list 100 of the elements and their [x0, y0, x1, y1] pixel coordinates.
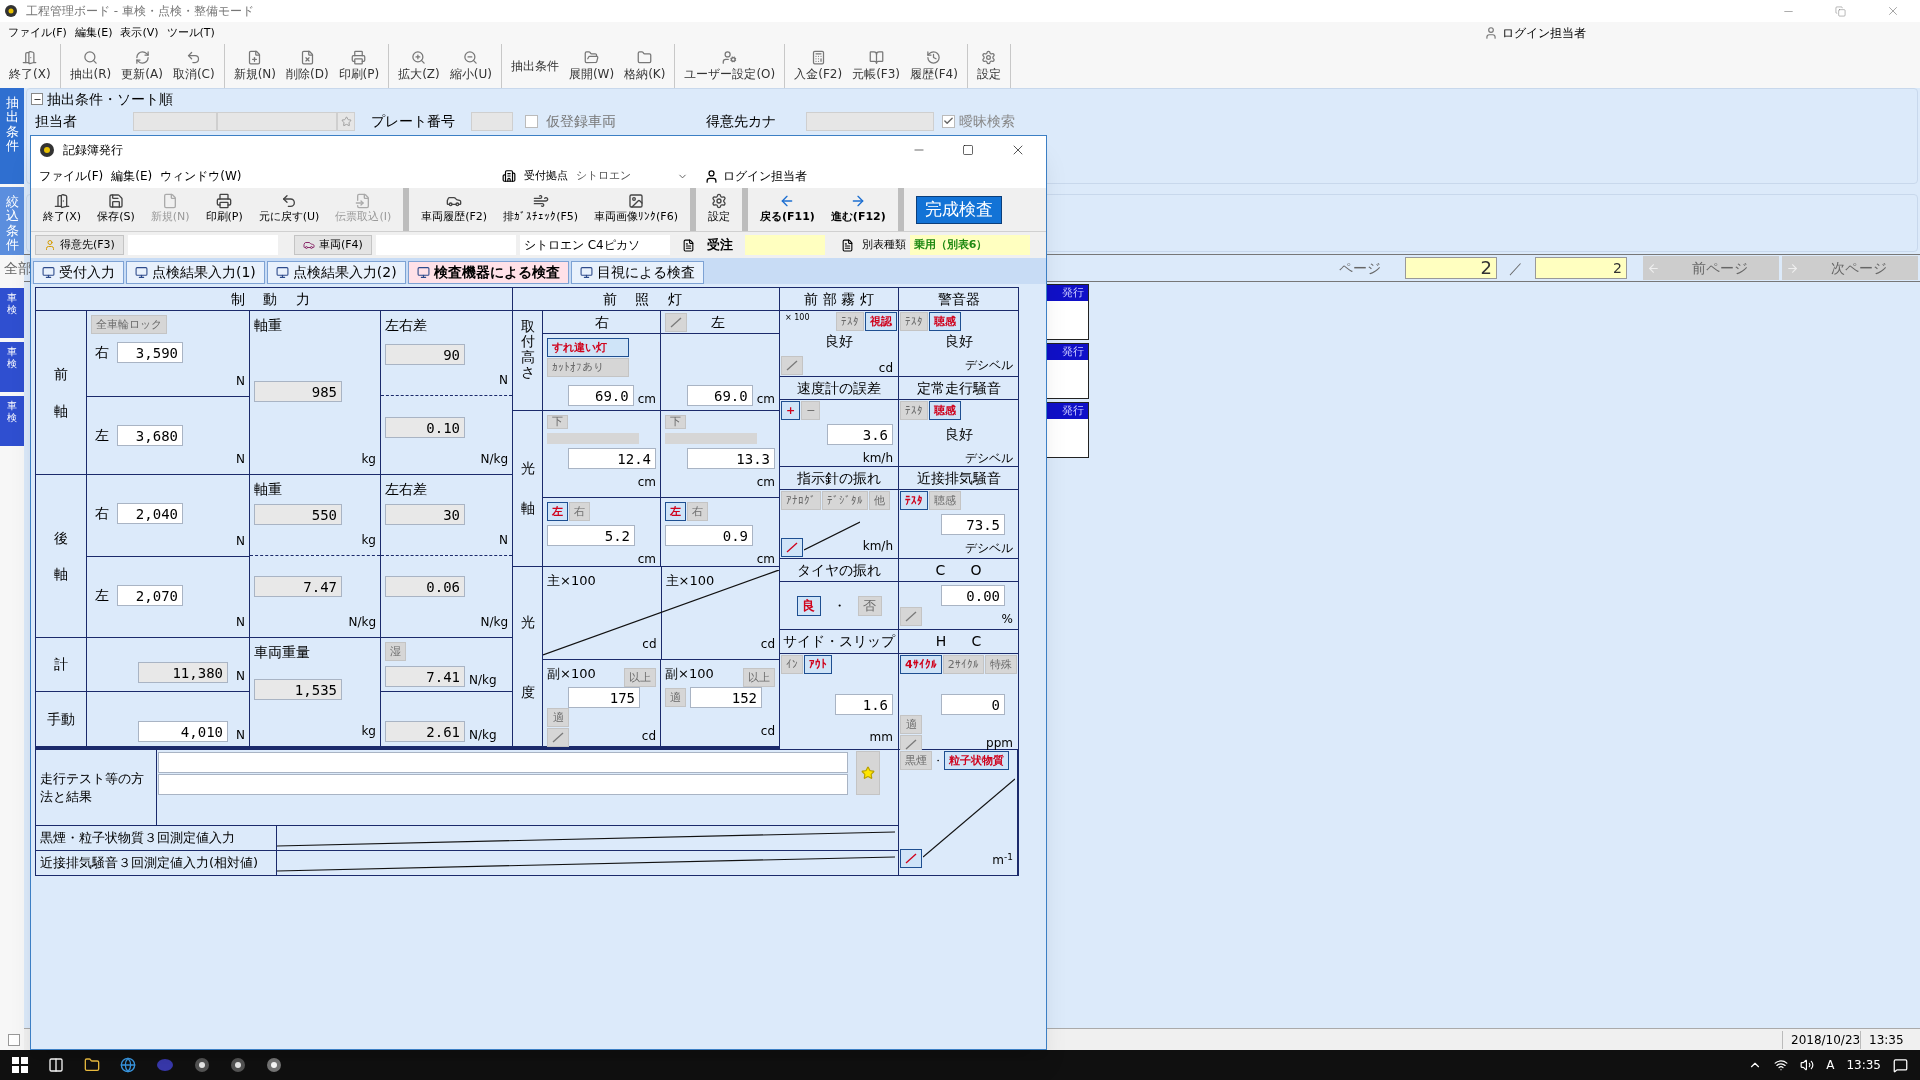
toolbar-button[interactable]: 入金(F2) — [789, 44, 848, 88]
app-logo-icon[interactable] — [230, 1057, 246, 1073]
page-field[interactable]: 2 — [1405, 257, 1497, 279]
star-button[interactable] — [337, 111, 355, 131]
toggle-button[interactable]: ｶｯﾄｵﾌあり — [547, 358, 629, 377]
windows-logo-icon[interactable] — [12, 1057, 28, 1073]
toolbar-button[interactable]: 拡大(Z) — [393, 44, 445, 88]
toggle-button[interactable]: ﾃｽﾀ — [900, 491, 928, 510]
value-field[interactable]: 0.00 — [941, 585, 1005, 606]
side-tab[interactable]: 車検 — [0, 396, 24, 446]
toggle-button[interactable]: すれ違い灯 — [547, 338, 629, 357]
toggle-button[interactable]: 以上 — [743, 668, 775, 687]
tab[interactable]: 受付入力 — [33, 261, 124, 284]
menu-item[interactable]: ファイル(F) — [35, 167, 108, 185]
toolbar-button[interactable]: 戻る(F11) — [751, 188, 823, 231]
toggle-button[interactable]: 右 — [687, 502, 708, 521]
toolbar-button[interactable]: 車両画像ﾘﾝｸ(F6) — [586, 188, 686, 231]
value-field[interactable]: 152 — [690, 687, 762, 708]
toolbar-button[interactable]: 格納(K) — [619, 44, 671, 88]
toggle-button[interactable]: 良 — [796, 595, 821, 616]
toolbar-button[interactable]: 保存(S) — [89, 188, 143, 231]
customer-button[interactable]: 得意先(F3) — [35, 235, 124, 255]
value-field[interactable]: 13.3 — [687, 448, 775, 469]
text-field[interactable] — [471, 111, 513, 131]
network-icon[interactable] — [1774, 1058, 1789, 1072]
browser-icon[interactable] — [120, 1057, 136, 1073]
slash-button[interactable] — [900, 849, 922, 868]
toggle-button[interactable]: 4ｻｲｸﾙ — [900, 655, 942, 674]
value-field[interactable]: 12.4 — [568, 448, 656, 469]
record-card[interactable]: 発行 — [1045, 402, 1089, 458]
speaker-icon[interactable] — [1800, 1058, 1815, 1072]
record-card[interactable]: 発行 — [1045, 343, 1089, 399]
toolbar-button[interactable]: 印刷(P) — [197, 188, 251, 231]
text-field[interactable] — [158, 752, 848, 773]
checkbox[interactable] — [525, 114, 538, 128]
toolbar-button[interactable]: 車両履歴(F2) — [413, 188, 496, 231]
value-field[interactable]: 0.9 — [665, 525, 753, 546]
next-page-button[interactable]: 次ページ — [1782, 256, 1918, 280]
toolbar-button[interactable]: 設定 — [971, 44, 1006, 88]
tab[interactable]: 目視による検査 — [570, 261, 704, 284]
toggle-button[interactable]: 視認 — [865, 312, 897, 331]
value-field[interactable]: 4,010 — [138, 721, 228, 742]
toggle-button[interactable]: ﾃｽﾀ — [900, 401, 928, 420]
value-field[interactable]: 3,590 — [117, 342, 183, 363]
toolbar-button[interactable]: 取消(C) — [167, 44, 220, 88]
toggle-button[interactable]: ｱﾅﾛｸﾞ — [781, 491, 821, 510]
value-field[interactable]: 73.5 — [941, 514, 1005, 535]
base-dropdown[interactable]: シトロエン — [572, 167, 692, 185]
task-view-icon[interactable] — [48, 1057, 64, 1073]
toolbar-button[interactable]: 更新(A) — [116, 44, 168, 88]
value-field[interactable]: 2,040 — [117, 503, 183, 524]
side-tab[interactable]: 車検 — [0, 288, 24, 338]
toggle-button[interactable]: ﾃｽﾀ — [836, 312, 864, 331]
toolbar-button[interactable]: 印刷(P) — [333, 44, 385, 88]
toggle-button[interactable]: 特殊 — [984, 655, 1017, 674]
menu-item[interactable]: 編集(E) — [70, 24, 117, 42]
toggle-button[interactable]: 左 — [547, 502, 568, 521]
slash-button[interactable] — [781, 538, 803, 557]
toggle-button[interactable]: 適 — [900, 715, 922, 734]
menu-item[interactable]: ウィンドウ(W) — [156, 167, 246, 185]
slash-button[interactable] — [665, 312, 687, 332]
side-tab[interactable]: 車検 — [0, 342, 24, 392]
order-field[interactable] — [744, 235, 825, 255]
menu-item[interactable]: ツール(T) — [162, 24, 219, 42]
collapse-button[interactable] — [31, 93, 43, 105]
value-field[interactable]: 0 — [941, 694, 1005, 715]
toolbar-button[interactable]: 設定 — [699, 188, 738, 231]
menu-item[interactable]: 表示(V) — [116, 24, 163, 42]
toggle-button[interactable]: 他 — [869, 491, 890, 510]
value-field[interactable]: 3,680 — [117, 425, 183, 446]
toggle-button[interactable]: ﾃｽﾀ — [900, 312, 928, 331]
toolbar-button[interactable]: 終了(X) — [4, 44, 56, 88]
menu-item[interactable]: ファイル(F) — [4, 24, 71, 42]
toolbar-button[interactable]: ユーザー設定(O) — [679, 44, 781, 88]
toolbar-button[interactable]: 削除(D) — [280, 44, 334, 88]
previous-page-button[interactable]: 前ページ — [1643, 256, 1779, 280]
app-logo-icon[interactable] — [194, 1057, 210, 1073]
toolbar-button[interactable]: 新規(N) — [228, 44, 281, 88]
complete-inspection-button[interactable]: 完成検査 — [915, 195, 1002, 224]
toolbar-button[interactable]: 進む(F12) — [822, 188, 894, 231]
text-field[interactable] — [133, 111, 217, 131]
toggle-button[interactable]: ｱｳﾄ — [804, 655, 832, 674]
toggle-button[interactable]: 下 — [547, 415, 568, 429]
text-field[interactable] — [158, 774, 848, 795]
toggle-button[interactable]: 聴感 — [929, 312, 961, 331]
folder-icon[interactable] — [84, 1057, 100, 1073]
toggle-button[interactable]: 粒子状物質 — [944, 751, 1009, 770]
toolbar-button[interactable]: 排ｶﾞｽﾁｪｯｸ(F5) — [495, 188, 587, 231]
toggle-button[interactable]: 適 — [547, 708, 569, 727]
toggle-button[interactable]: 黒煙 — [900, 751, 932, 770]
toggle-button[interactable]: 全車輪ロック — [91, 315, 167, 334]
toggle-button[interactable]: 以上 — [624, 668, 656, 687]
toolbar-button[interactable]: 展開(W) — [563, 44, 620, 88]
toggle-button[interactable]: 下 — [665, 415, 686, 429]
side-tab[interactable]: 抽出条件 — [0, 88, 24, 184]
toggle-button[interactable]: ｲﾝ — [781, 655, 803, 674]
toggle-button[interactable]: 右 — [569, 502, 590, 521]
app-logo-icon[interactable] — [266, 1057, 282, 1073]
value-field[interactable]: 1.6 — [835, 694, 893, 715]
maximize-icon[interactable] — [962, 144, 974, 156]
